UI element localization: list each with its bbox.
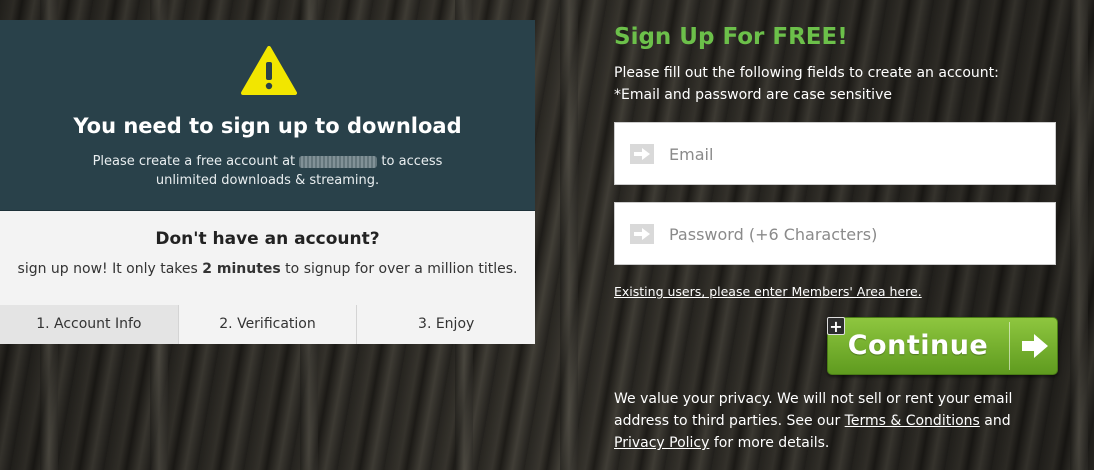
members-area-link[interactable]: Existing users, please enter Members' Ar… [614, 284, 922, 299]
no-account-text: sign up now! It only takes 2 minutes to … [17, 261, 518, 277]
continue-button[interactable]: Continue [827, 317, 1058, 375]
email-input[interactable] [667, 123, 1051, 186]
privacy-policy-link[interactable]: Privacy Policy [614, 435, 709, 451]
redacted-site-name [299, 155, 378, 168]
instructions-line: Please fill out the following fields to … [614, 65, 999, 81]
no-account-box: Don't have an account? sign up now! It o… [0, 211, 535, 309]
banner-title: You need to sign up to download [73, 114, 462, 138]
step-enjoy: 3. Enjoy [418, 316, 475, 332]
arrow-right-icon [630, 144, 654, 164]
arrow-right-icon [630, 224, 654, 244]
background-decoration [560, 0, 578, 470]
privacy-notice: We value your privacy. We will not sell … [614, 391, 1013, 451]
no-account-title: Don't have an account? [155, 229, 380, 249]
step-verification: 2. Verification [179, 305, 358, 344]
continue-label: Continue [847, 330, 989, 361]
background-decoration [1070, 0, 1088, 470]
email-field [614, 122, 1056, 186]
signup-title: Sign Up For FREE! [614, 24, 848, 50]
password-field [614, 202, 1056, 266]
signup-steps: 1. Account Info 2. Verification 3. Enjoy [0, 305, 535, 344]
signup-instructions: Please fill out the following fields to … [614, 62, 1056, 106]
banner-text: Please create a free account at to acces… [92, 154, 443, 188]
plus-icon: + [827, 317, 845, 335]
step-account-info: 1. Account Info [0, 305, 179, 344]
warning-icon [241, 46, 297, 95]
terms-link[interactable]: Terms & Conditions [845, 413, 980, 429]
password-input[interactable] [667, 203, 1051, 266]
left-panel: You need to sign up to download Please c… [0, 20, 535, 309]
signup-required-banner: You need to sign up to download Please c… [0, 20, 535, 211]
button-divider [1009, 322, 1010, 370]
arrow-right-icon [1022, 334, 1048, 358]
signup-form: Sign Up For FREE! Please fill out the fo… [614, 20, 1058, 451]
case-sensitive-note: *Email and password are case sensitive [614, 87, 892, 103]
